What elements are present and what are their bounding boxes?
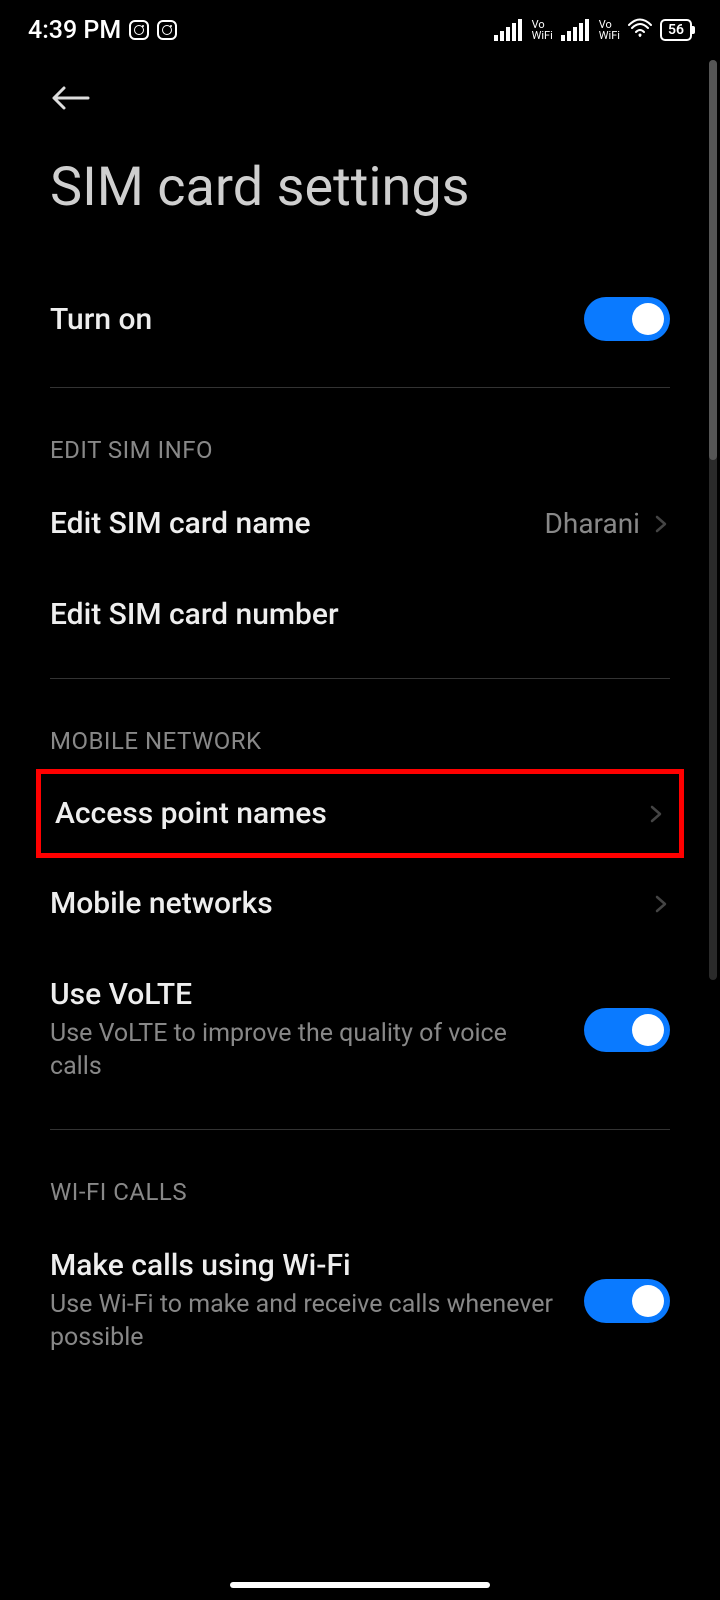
status-bar: 4:39 PM VoWiFi VoWiFi 56 (0, 0, 720, 56)
signal-icon (561, 19, 589, 41)
scrollbar-thumb[interactable] (709, 60, 717, 460)
wifi-calls-toggle[interactable] (584, 1279, 670, 1323)
mobile-networks-label: Mobile networks (50, 886, 652, 921)
home-indicator[interactable] (230, 1582, 490, 1588)
chevron-right-icon (647, 805, 665, 823)
edit-sim-name-item[interactable]: Edit SIM card name Dharani (50, 478, 670, 569)
status-right: VoWiFi VoWiFi 56 (494, 16, 692, 44)
wifi-calls-header: WI-FI CALLS (50, 1148, 670, 1220)
vowifi-icon: VoWiFi (599, 19, 620, 41)
divider (50, 387, 670, 388)
status-time: 4:39 PM (28, 16, 121, 45)
chevron-right-icon (652, 515, 670, 533)
divider (50, 678, 670, 679)
back-button[interactable] (0, 56, 720, 136)
chevron-right-icon (652, 895, 670, 913)
settings-list: Turn on EDIT SIM INFO Edit SIM card name… (0, 269, 720, 1382)
edit-sim-name-label: Edit SIM card name (50, 506, 545, 541)
edit-sim-name-value: Dharani (545, 507, 640, 540)
wifi-calls-item[interactable]: Make calls using Wi-Fi Use Wi-Fi to make… (50, 1220, 670, 1382)
apn-item[interactable]: Access point names (36, 769, 684, 858)
wifi-icon (628, 16, 652, 44)
turn-on-toggle[interactable] (584, 297, 670, 341)
apn-label: Access point names (55, 796, 647, 831)
volte-item[interactable]: Use VoLTE Use VoLTE to improve the quali… (50, 949, 670, 1111)
status-left: 4:39 PM (28, 16, 177, 45)
mobile-network-header: MOBILE NETWORK (50, 697, 670, 769)
instagram-icon (157, 20, 177, 40)
volte-subtitle: Use VoLTE to improve the quality of voic… (50, 1018, 564, 1083)
scrollbar[interactable] (709, 60, 717, 980)
instagram-icon (129, 20, 149, 40)
turn-on-label: Turn on (50, 302, 584, 337)
wifi-calls-subtitle: Use Wi-Fi to make and receive calls when… (50, 1289, 564, 1354)
page-title: SIM card settings (0, 136, 720, 269)
wifi-calls-label: Make calls using Wi-Fi (50, 1248, 564, 1283)
edit-sim-header: EDIT SIM INFO (50, 406, 670, 478)
edit-sim-number-item[interactable]: Edit SIM card number (50, 569, 670, 660)
divider (50, 1129, 670, 1130)
volte-toggle[interactable] (584, 1008, 670, 1052)
signal-icon (494, 19, 522, 41)
edit-sim-number-label: Edit SIM card number (50, 597, 670, 632)
mobile-networks-item[interactable]: Mobile networks (50, 858, 670, 949)
battery-icon: 56 (660, 19, 692, 41)
turn-on-item[interactable]: Turn on (50, 269, 670, 369)
back-arrow-icon (50, 84, 90, 112)
vowifi-icon: VoWiFi (532, 19, 553, 41)
battery-level: 56 (668, 22, 684, 38)
volte-label: Use VoLTE (50, 977, 564, 1012)
